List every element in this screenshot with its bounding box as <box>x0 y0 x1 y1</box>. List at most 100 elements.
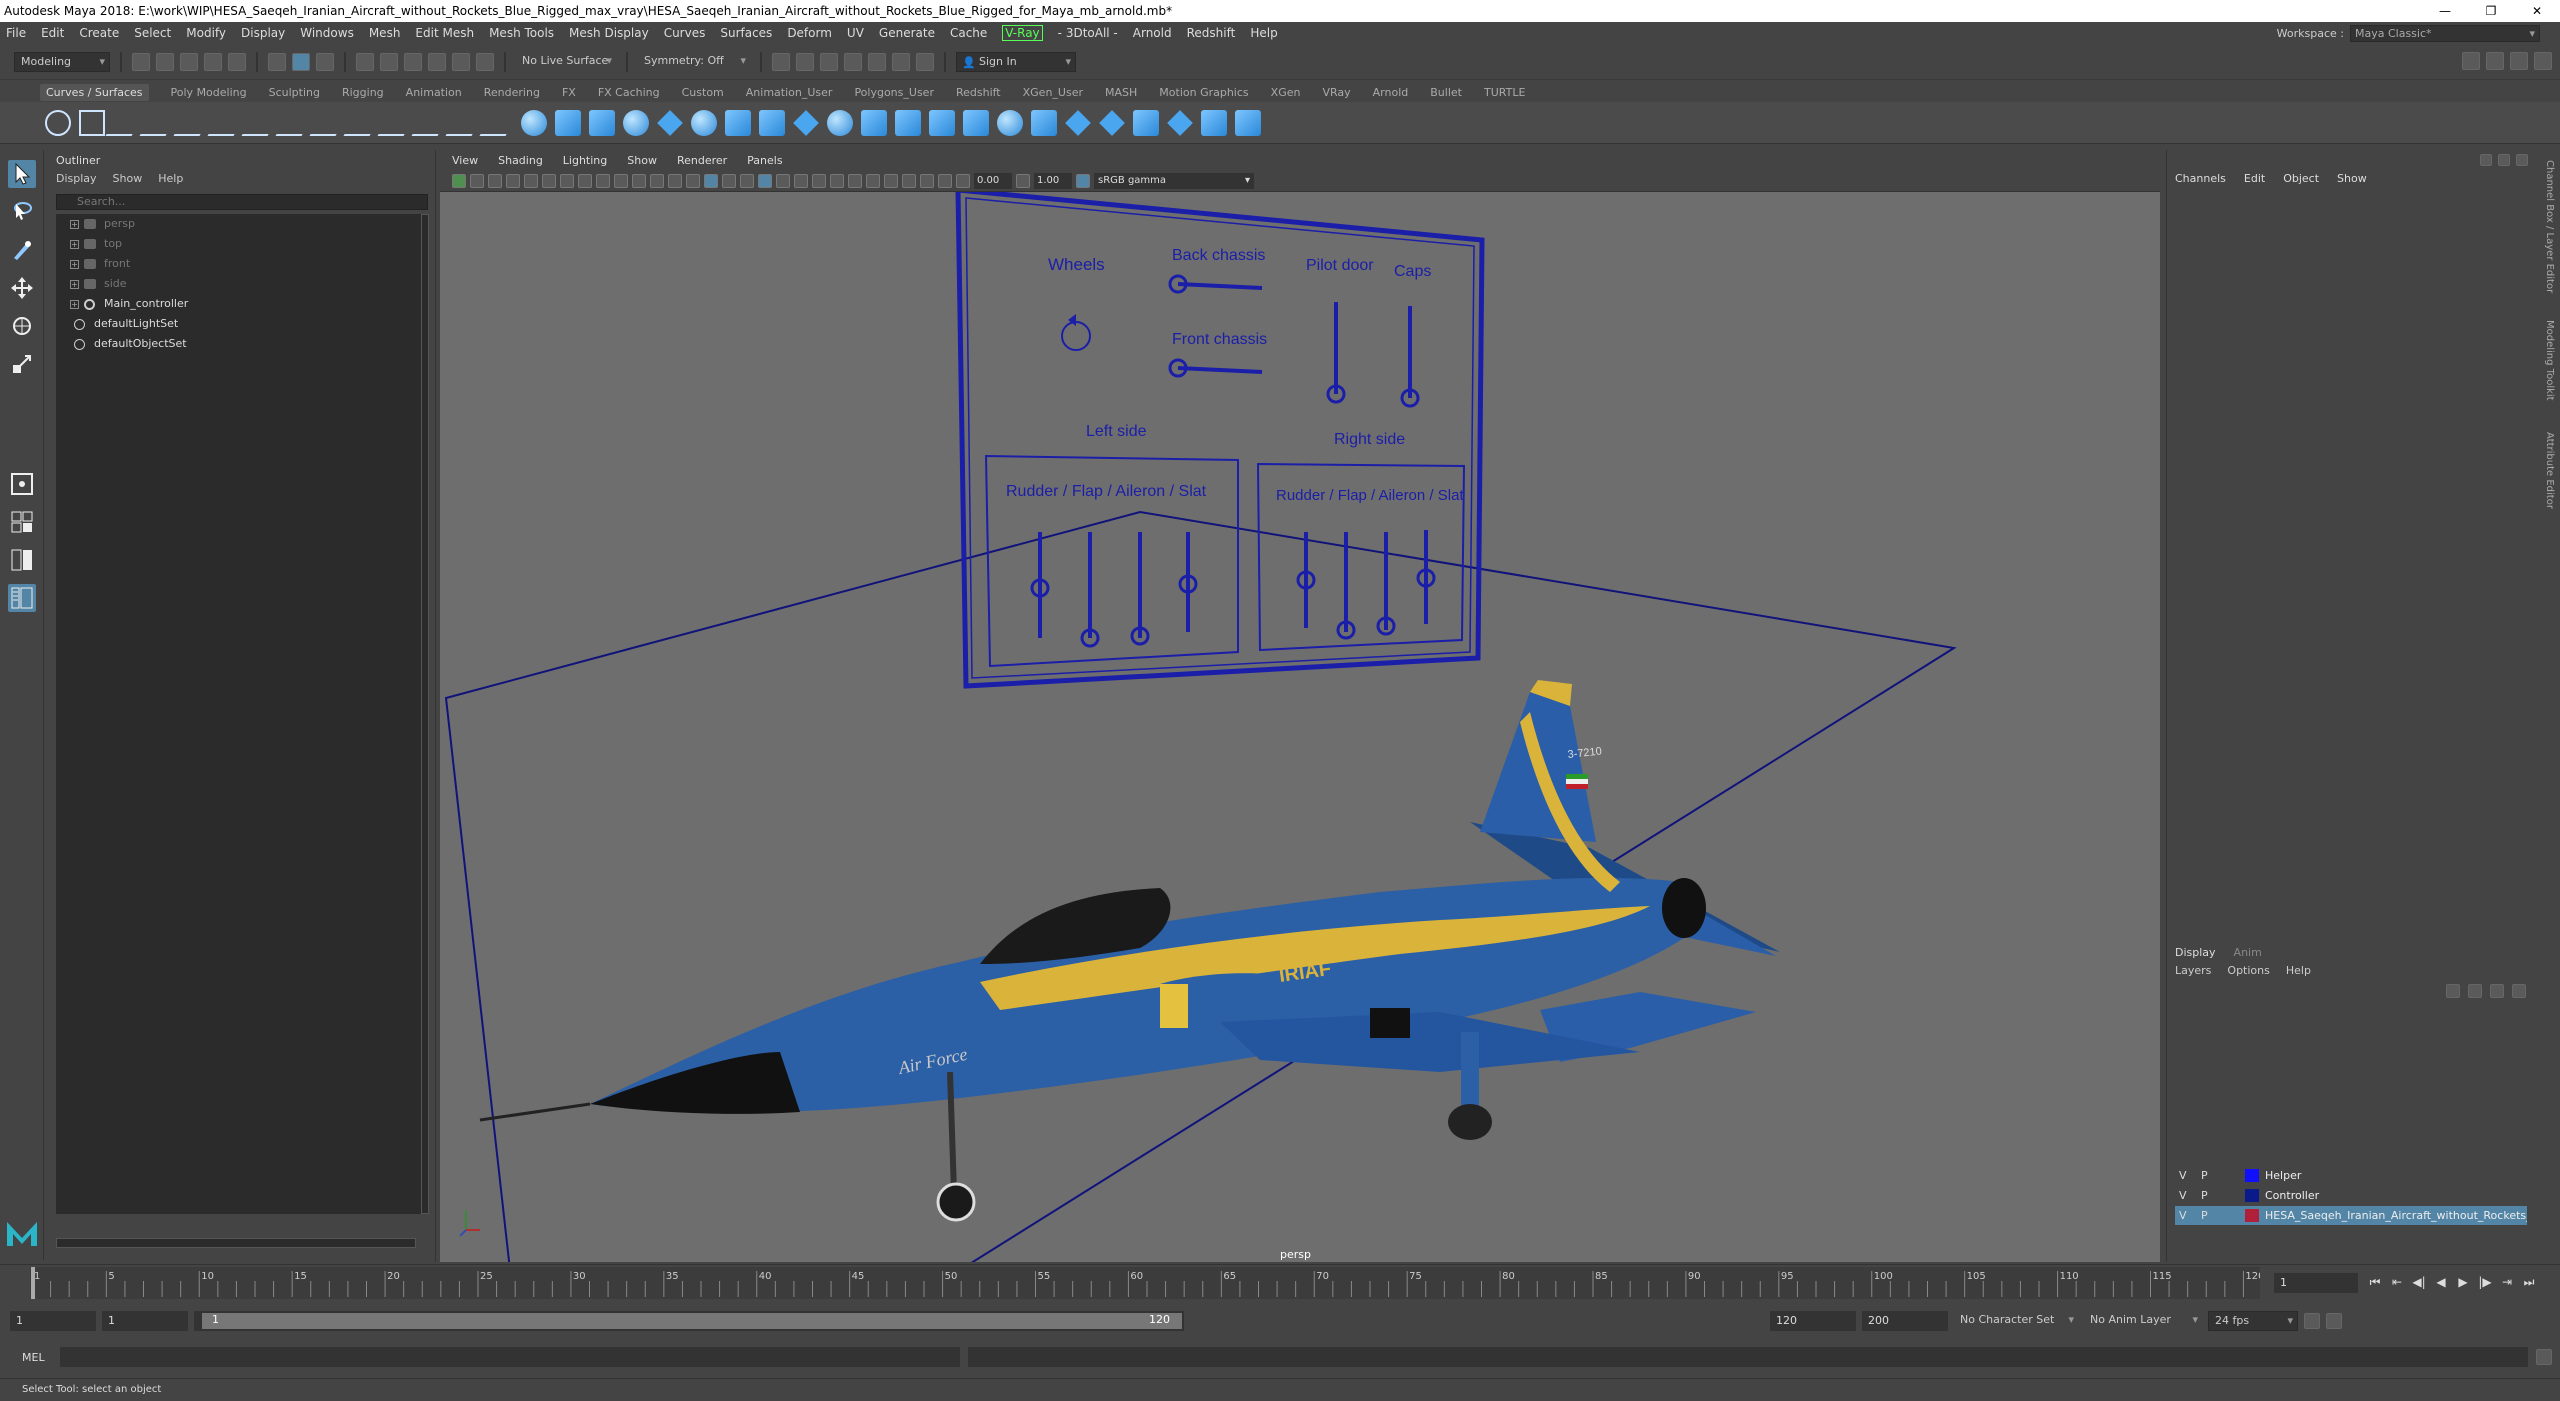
nurbs-cube-icon[interactable] <box>555 109 581 136</box>
character-set-dropdown[interactable]: No Character Set <box>1954 1311 2078 1331</box>
menu-arnold[interactable]: Arnold <box>1133 26 1172 40</box>
nurbs-torus-icon[interactable] <box>691 109 717 136</box>
shelf-tab-xgen-user[interactable]: XGen_User <box>1023 86 1083 99</box>
color-space-dropdown[interactable]: sRGB gamma <box>1094 172 1254 189</box>
bookmark-icon[interactable] <box>488 173 502 188</box>
gamma-field[interactable]: 1.00 <box>1034 172 1072 189</box>
menu-mesh-tools[interactable]: Mesh Tools <box>489 26 554 40</box>
paint-select-icon[interactable] <box>8 236 36 264</box>
shelf-tab-arnold[interactable]: Arnold <box>1373 86 1409 99</box>
layer-visibility-toggle[interactable]: V <box>2179 1206 2187 1225</box>
snap-surface-icon[interactable] <box>452 52 470 71</box>
resolution-gate-icon[interactable] <box>596 173 610 188</box>
grid-icon[interactable] <box>560 173 574 188</box>
exposure-field[interactable]: 0.00 <box>974 172 1012 189</box>
shelf-tab-polygons-user[interactable]: Polygons_User <box>854 86 934 99</box>
menu-windows[interactable]: Windows <box>300 26 354 40</box>
shelf-tab-xgen[interactable]: XGen <box>1271 86 1301 99</box>
channel-box-menu-show[interactable]: Show <box>2337 172 2367 185</box>
expand-icon[interactable]: + <box>70 280 79 289</box>
pause-icon[interactable] <box>916 52 934 71</box>
time-slider-ticks[interactable]: 1 5 10 15 20 25 30 35 40 45 50 55 60 65 70 75 80 85 90 95 10… <box>30 1267 2265 1299</box>
expand-icon[interactable]: + <box>70 220 79 229</box>
detach-curve-icon[interactable] <box>343 109 385 136</box>
nurbs-cone-icon[interactable] <box>623 109 649 136</box>
snap-curve-icon[interactable] <box>380 52 398 71</box>
image-plane-icon[interactable] <box>506 173 520 188</box>
camera-attributes-icon[interactable] <box>470 173 484 188</box>
cv-curve-icon[interactable] <box>105 109 147 136</box>
extrude-icon[interactable] <box>827 109 853 136</box>
render-sequence-icon[interactable] <box>820 52 838 71</box>
playback-end-field[interactable]: 120 <box>1770 1311 1856 1331</box>
viewport-menu-renderer[interactable]: Renderer <box>677 154 727 167</box>
current-frame-field[interactable]: 1 <box>2274 1273 2358 1293</box>
channel-box-menu-channels[interactable]: Channels <box>2175 172 2226 185</box>
go-to-end-icon[interactable]: ⏭ <box>2520 1273 2538 1291</box>
outliner-item-default-light-set[interactable]: defaultLightSet <box>56 314 426 334</box>
range-slider[interactable]: 1 120 <box>194 1311 1184 1331</box>
menu-redshift[interactable]: Redshift <box>1187 26 1236 40</box>
wireframe-icon[interactable] <box>686 173 700 188</box>
outliner-horizontal-scrollbar[interactable] <box>56 1238 416 1248</box>
wireframe-on-shaded-icon[interactable] <box>740 173 754 188</box>
command-input[interactable] <box>60 1347 960 1367</box>
modeling-toolkit-icon[interactable] <box>2462 52 2480 70</box>
layer-visibility-toggle[interactable]: V <box>2179 1186 2187 1205</box>
2d-pan-zoom-icon[interactable] <box>524 173 538 188</box>
symmetry-dropdown[interactable]: Symmetry: Off <box>638 52 750 72</box>
close-button[interactable]: ✕ <box>2514 0 2560 22</box>
outliner-menu-show[interactable]: Show <box>113 172 143 185</box>
extend-surface-icon[interactable] <box>1031 109 1057 136</box>
step-forward-frame-icon[interactable]: |▶ <box>2476 1273 2494 1291</box>
viewport-menu-show[interactable]: Show <box>627 154 657 167</box>
square-surface-icon[interactable] <box>929 109 955 136</box>
layer-menu-help[interactable]: Help <box>2286 964 2311 977</box>
four-view-layout-icon[interactable] <box>8 508 36 536</box>
layer-visibility-toggle[interactable]: V <box>2179 1166 2187 1185</box>
lasso-tool-icon[interactable] <box>8 198 36 226</box>
layer-playback-toggle[interactable]: P <box>2201 1186 2208 1205</box>
nurbs-plane-icon[interactable] <box>657 109 683 136</box>
menu-set-dropdown[interactable]: Modeling <box>14 51 110 72</box>
play-backwards-icon[interactable]: ◀ <box>2432 1273 2450 1291</box>
menu-select[interactable]: Select <box>134 26 171 40</box>
intersect-icon[interactable] <box>1133 109 1159 136</box>
outliner-search-input[interactable]: Search... <box>56 194 428 210</box>
shelf-tab-animation[interactable]: Animation <box>406 86 462 99</box>
untrim-icon[interactable] <box>1099 109 1125 136</box>
shelf-tab-vray[interactable]: VRay <box>1322 86 1350 99</box>
layer-row[interactable]: V P Controller <box>2175 1186 2527 1205</box>
select-camera-icon[interactable] <box>452 173 466 188</box>
shadows-icon[interactable] <box>794 173 808 188</box>
outliner-vertical-scrollbar[interactable] <box>421 214 429 1214</box>
shelf-tab-turtle[interactable]: TURTLE <box>1484 86 1525 99</box>
boundary-icon[interactable] <box>895 109 921 136</box>
two-view-layout-icon[interactable] <box>8 546 36 574</box>
textured-icon[interactable] <box>758 173 772 188</box>
select-object-icon[interactable] <box>292 52 310 71</box>
motion-blur-icon[interactable] <box>830 173 844 188</box>
outliner-item-persp[interactable]: + persp <box>56 214 426 234</box>
menu-cache[interactable]: Cache <box>950 26 987 40</box>
layer-color-swatch[interactable] <box>2245 1169 2259 1182</box>
bevel-plus-icon[interactable] <box>963 109 989 136</box>
ipr-render-icon[interactable] <box>844 52 862 71</box>
menu-edit[interactable]: Edit <box>41 26 64 40</box>
shelf-tab-bullet[interactable]: Bullet <box>1430 86 1462 99</box>
rebuild-curve-icon[interactable] <box>377 109 419 136</box>
xray-components-icon[interactable] <box>938 173 952 188</box>
current-time-marker[interactable] <box>31 1267 35 1299</box>
menu-deform[interactable]: Deform <box>787 26 832 40</box>
layer-tab-display[interactable]: Display <box>2175 946 2216 959</box>
channel-box-menu-object[interactable]: Object <box>2283 172 2319 185</box>
isolate-select-icon[interactable] <box>884 173 898 188</box>
move-layer-up-icon[interactable] <box>2446 984 2460 998</box>
exposure-icon[interactable] <box>956 173 970 188</box>
smooth-shade-icon[interactable] <box>704 173 718 188</box>
menu-modify[interactable]: Modify <box>186 26 226 40</box>
viewport-menu-view[interactable]: View <box>452 154 478 167</box>
go-to-start-icon[interactable]: ⏮ <box>2366 1273 2384 1291</box>
animation-end-field[interactable]: 200 <box>1862 1311 1948 1331</box>
playback-start-field[interactable]: 1 <box>102 1311 188 1331</box>
